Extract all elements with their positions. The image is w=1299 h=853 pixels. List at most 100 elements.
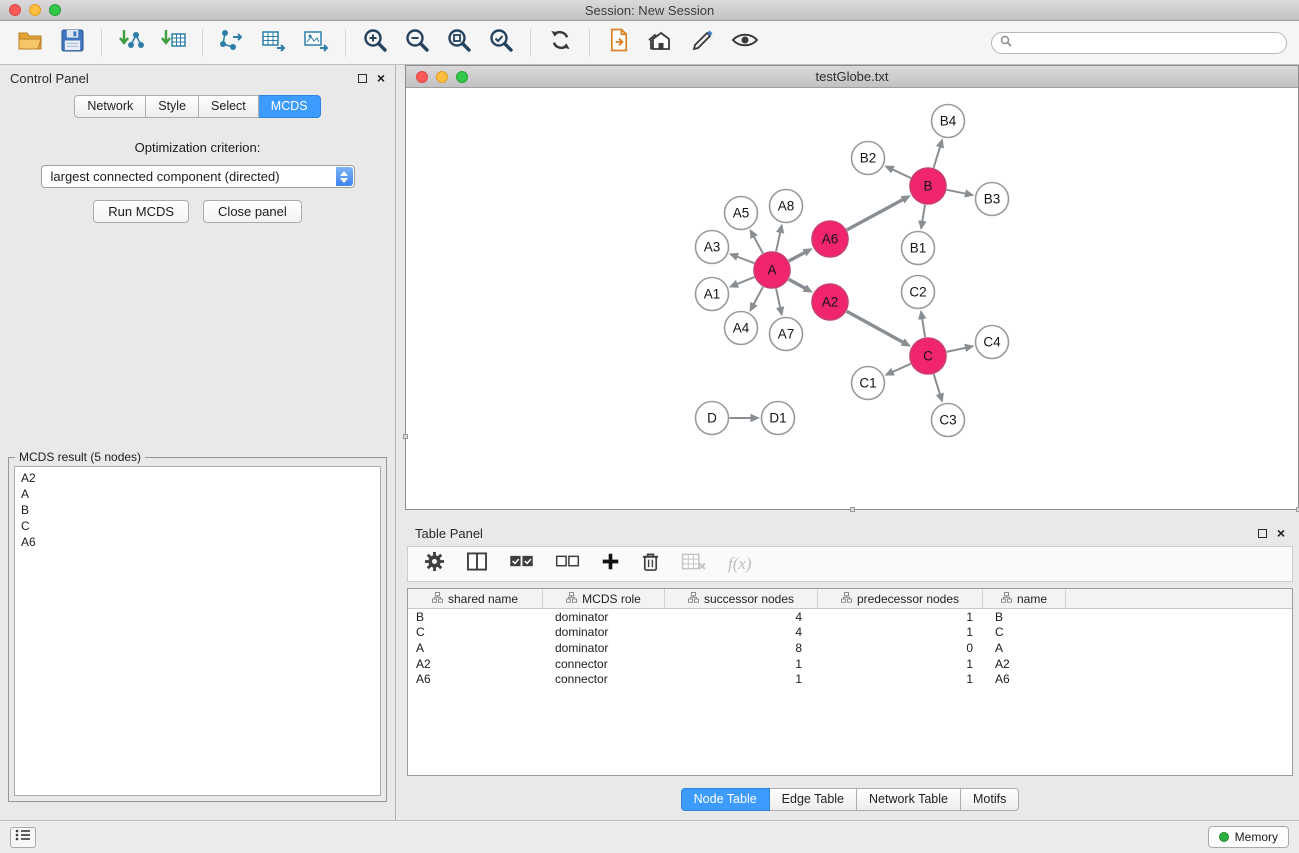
tab-network[interactable]: Network — [74, 95, 146, 118]
zoom-selected-button[interactable] — [483, 26, 519, 60]
graph-edge-C-C2[interactable] — [922, 318, 925, 337]
search-input[interactable] — [1017, 36, 1278, 50]
network-canvas[interactable]: B4B2BB3A5A8A6B1A3AC2A1A2A4A7C4CC1C3DD1 — [406, 88, 1298, 509]
table-cell[interactable]: A — [408, 640, 543, 656]
table-cell[interactable]: A6 — [408, 671, 543, 687]
table-cell[interactable]: C — [408, 625, 543, 641]
table-cell[interactable]: 1 — [665, 656, 818, 672]
graph-edge-B-B2[interactable] — [892, 169, 911, 178]
refresh-button[interactable] — [542, 26, 578, 60]
mcds-result-item[interactable]: B — [21, 502, 374, 518]
float-table-panel-button[interactable] — [1258, 529, 1267, 538]
resize-handle[interactable] — [403, 434, 408, 439]
tab-mcds[interactable]: MCDS — [259, 95, 321, 118]
zoom-in-button[interactable] — [357, 26, 393, 60]
graph-edge-A-A4[interactable] — [754, 287, 764, 305]
table-cell[interactable]: C — [983, 625, 1066, 641]
table-cell[interactable]: A6 — [983, 671, 1066, 687]
graph-edge-C-C4[interactable] — [947, 348, 967, 352]
close-panel-button[interactable]: × — [377, 73, 385, 83]
close-window-button[interactable] — [9, 4, 21, 16]
table-row[interactable]: Bdominator41B — [408, 609, 1292, 625]
apply-function-button[interactable]: f(x) — [728, 554, 752, 574]
table-cell[interactable]: 0 — [818, 640, 983, 656]
graph-edge-C-C3[interactable] — [934, 374, 940, 395]
close-network-window-button[interactable] — [416, 71, 428, 83]
zoom-out-button[interactable] — [399, 26, 435, 60]
table-row[interactable]: Cdominator41C — [408, 625, 1292, 641]
delete-column-button[interactable] — [641, 551, 660, 577]
table-cell[interactable]: dominator — [543, 640, 665, 656]
table-cell[interactable]: B — [408, 609, 543, 625]
table-cell[interactable]: B — [983, 609, 1066, 625]
table-tab-motifs[interactable]: Motifs — [961, 788, 1019, 811]
graph-edge-B-B1[interactable] — [922, 205, 925, 222]
table-row[interactable]: A2connector11A2 — [408, 656, 1292, 672]
export-image-button[interactable] — [298, 26, 334, 60]
close-panel-button-action[interactable]: Close panel — [203, 200, 302, 223]
column-header-shared-name[interactable]: shared name — [408, 589, 543, 608]
table-cell[interactable]: dominator — [543, 625, 665, 641]
column-header-MCDS-role[interactable]: MCDS role — [543, 589, 665, 608]
mcds-result-item[interactable]: C — [21, 518, 374, 534]
table-cell[interactable]: 1 — [818, 625, 983, 641]
select-all-columns-button[interactable] — [509, 554, 534, 574]
show-columns-button[interactable] — [466, 552, 488, 576]
table-cell[interactable]: 1 — [818, 609, 983, 625]
brush-button[interactable] — [685, 26, 721, 60]
tab-style[interactable]: Style — [146, 95, 199, 118]
table-cell[interactable]: connector — [543, 671, 665, 687]
deselect-all-columns-button[interactable] — [555, 554, 580, 574]
minimize-network-window-button[interactable] — [436, 71, 448, 83]
zoom-window-button[interactable] — [49, 4, 61, 16]
delete-table-button[interactable] — [681, 552, 707, 576]
table-cell[interactable]: 1 — [665, 671, 818, 687]
export-network-button[interactable] — [214, 26, 250, 60]
table-settings-button[interactable] — [424, 551, 445, 577]
table-cell[interactable]: A2 — [408, 656, 543, 672]
table-cell[interactable]: connector — [543, 656, 665, 672]
table-row[interactable]: Adominator80A — [408, 640, 1292, 656]
optimization-criterion-dropdown[interactable]: largest connected component (directed) — [41, 165, 355, 188]
graph-edge-A-A2[interactable] — [789, 279, 806, 288]
show-hide-button[interactable] — [727, 26, 763, 60]
import-table-button[interactable] — [155, 26, 191, 60]
import-network-button[interactable] — [113, 26, 149, 60]
graph-edge-A-A6[interactable] — [789, 252, 806, 261]
zoom-network-window-button[interactable] — [456, 71, 468, 83]
run-mcds-button[interactable]: Run MCDS — [93, 200, 189, 223]
graph-edge-A-A1[interactable] — [737, 277, 755, 284]
save-session-button[interactable] — [54, 26, 90, 60]
task-history-button[interactable] — [10, 827, 36, 848]
table-cell[interactable]: 8 — [665, 640, 818, 656]
table-cell[interactable]: 1 — [818, 656, 983, 672]
table-cell[interactable]: A2 — [983, 656, 1066, 672]
float-panel-button[interactable] — [358, 74, 367, 83]
zoom-fit-button[interactable] — [441, 26, 477, 60]
table-cell[interactable]: 1 — [818, 671, 983, 687]
home-button[interactable] — [643, 26, 679, 60]
graph-edge-A-A8[interactable] — [776, 232, 780, 252]
export-table-button[interactable] — [256, 26, 292, 60]
mcds-result-list[interactable]: A2ABCA6 — [14, 466, 381, 796]
add-column-button[interactable] — [601, 552, 620, 576]
mcds-result-item[interactable]: A — [21, 486, 374, 502]
graph-edge-A-A3[interactable] — [737, 257, 755, 264]
graph-edge-A-A7[interactable] — [776, 289, 780, 309]
graph-edge-B-B3[interactable] — [947, 190, 966, 194]
table-row[interactable]: A6connector11A6 — [408, 671, 1292, 687]
graph-edge-A2-C[interactable] — [847, 311, 904, 342]
table-cell[interactable]: 4 — [665, 609, 818, 625]
column-header-predecessor-nodes[interactable]: predecessor nodes — [818, 589, 983, 608]
table-tab-network-table[interactable]: Network Table — [857, 788, 961, 811]
mcds-result-item[interactable]: A6 — [21, 534, 374, 550]
open-session-button[interactable] — [12, 26, 48, 60]
mcds-result-item[interactable]: A2 — [21, 470, 374, 486]
graph-edge-A6-B[interactable] — [847, 199, 904, 230]
column-header-name[interactable]: name — [983, 589, 1066, 608]
graph-edge-B-B4[interactable] — [934, 146, 941, 168]
close-table-panel-button[interactable]: × — [1277, 528, 1285, 538]
column-header-successor-nodes[interactable]: successor nodes — [665, 589, 818, 608]
table-cell[interactable]: dominator — [543, 609, 665, 625]
minimize-window-button[interactable] — [29, 4, 41, 16]
